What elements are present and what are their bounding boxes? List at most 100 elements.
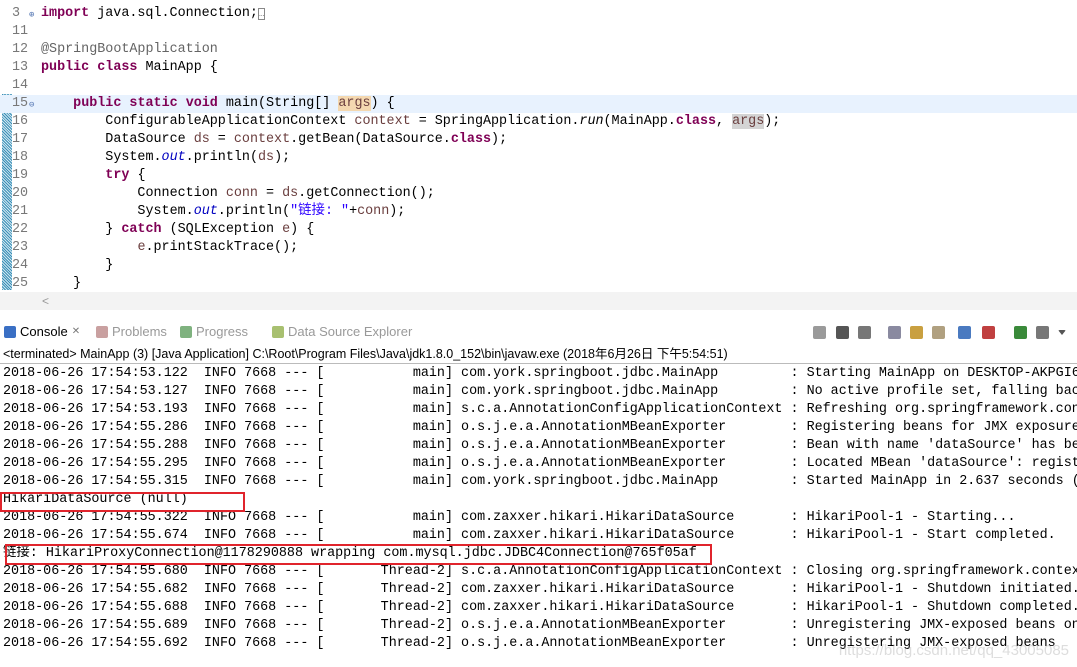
- code-token: = SpringApplication.: [410, 114, 580, 129]
- code-token: void: [185, 96, 218, 111]
- code-line[interactable]: 18 System.out.println(ds);: [0, 149, 1077, 167]
- console-toolbar: [0, 320, 1077, 344]
- code-token: ) {: [370, 96, 395, 111]
- menu-icon[interactable]: [1058, 330, 1066, 335]
- line-number: 3: [12, 6, 21, 21]
- pin-console-icon[interactable]: [1014, 326, 1027, 339]
- code-line[interactable]: 17 DataSource ds = context.getBean(DataS…: [0, 131, 1077, 149]
- code-line[interactable]: 25 }: [0, 275, 1077, 293]
- code-line[interactable]: 19 try {: [0, 167, 1077, 185]
- code-line[interactable]: 14: [0, 77, 1077, 95]
- terminate-icon[interactable]: [813, 326, 826, 339]
- code-editor[interactable]: 3 ⊕ import java.sql.Connection;… 11 12 @Spring…: [0, 0, 1077, 312]
- word-wrap-icon[interactable]: [932, 326, 945, 339]
- watermark: https://blog.csdn.net/qq_43005085: [838, 642, 1069, 659]
- code-token: ds: [193, 132, 210, 147]
- code-text: try {: [41, 167, 145, 185]
- console-line: 2018-06-26 17:54:55.674 INFO 7668 --- [ …: [3, 528, 1056, 543]
- code-token: conn: [357, 204, 390, 219]
- line-number: 18: [12, 150, 29, 165]
- expand-fold-icon[interactable]: ⊕: [29, 6, 34, 24]
- show-on-stdout-icon[interactable]: [958, 326, 971, 339]
- show-on-stderr-icon[interactable]: [982, 326, 995, 339]
- line-number: 11: [12, 24, 29, 39]
- code-line[interactable]: 23 e.printStackTrace();: [0, 239, 1077, 257]
- console-line: 2018-06-26 17:54:55.315 INFO 7668 --- [ …: [3, 474, 1077, 489]
- console-line: 2018-06-26 17:54:53.127 INFO 7668 --- [ …: [3, 384, 1077, 399]
- code-text: } catch (SQLException e) {: [41, 221, 314, 239]
- remove-launch-icon[interactable]: [836, 326, 849, 339]
- code-token: .println(: [185, 150, 258, 165]
- code-token: (SQLException: [161, 222, 283, 237]
- code-token: args: [338, 96, 371, 111]
- code-token: ) {: [290, 222, 315, 237]
- code-line[interactable]: 20 Connection conn = ds.getConnection();: [0, 185, 1077, 203]
- code-token: .getBean(DataSource.: [290, 132, 451, 147]
- code-token: public: [41, 60, 90, 75]
- code-token: .println(: [217, 204, 291, 219]
- code-text: import java.sql.Connection;…: [41, 5, 266, 23]
- code-token: @SpringBootApplication: [41, 42, 218, 57]
- code-token: );: [389, 204, 406, 219]
- horizontal-scrollbar[interactable]: <: [0, 292, 1077, 310]
- code-token: );: [274, 150, 291, 165]
- code-text: public class MainApp {: [41, 59, 218, 77]
- console-line: 2018-06-26 17:54:55.295 INFO 7668 --- [ …: [3, 456, 1077, 471]
- console-line: 2018-06-26 17:54:55.682 INFO 7668 --- [ …: [3, 582, 1077, 597]
- code-line[interactable]: 3 ⊕ import java.sql.Connection;…: [0, 5, 1077, 23]
- code-token: }: [41, 276, 82, 291]
- code-text: }: [41, 257, 113, 275]
- code-token: DataSource: [41, 132, 194, 147]
- highlight-box-connection: [5, 544, 712, 565]
- code-text: @SpringBootApplication: [41, 41, 218, 59]
- code-token: static: [129, 96, 178, 111]
- code-line[interactable]: 13 public class MainApp {: [0, 59, 1077, 77]
- code-token: }: [41, 222, 122, 237]
- code-token: context: [354, 114, 411, 129]
- console-line: 2018-06-26 17:54:55.286 INFO 7668 --- [ …: [3, 420, 1077, 435]
- scroll-lock-icon[interactable]: [910, 326, 923, 339]
- code-token: );: [491, 132, 508, 147]
- code-token: class: [675, 114, 717, 129]
- remove-all-icon[interactable]: [858, 326, 871, 339]
- code-line[interactable]: 12 @SpringBootApplication: [0, 41, 1077, 59]
- code-token: class: [450, 132, 492, 147]
- code-token: ds: [257, 150, 275, 165]
- code-token: run: [579, 114, 604, 129]
- code-line[interactable]: 16 ConfigurableApplicationContext contex…: [0, 113, 1077, 131]
- code-line[interactable]: 15 ⊖ public static void main(String[] arg…: [0, 95, 1077, 113]
- code-token: }: [41, 258, 114, 273]
- code-line[interactable]: 24 }: [0, 257, 1077, 275]
- code-token: context: [233, 132, 291, 147]
- code-token: System.: [41, 150, 162, 165]
- code-token: (MainApp.: [603, 114, 676, 129]
- divider: [0, 363, 1077, 364]
- code-line[interactable]: 21 System.out.println("链接: "+conn);: [0, 203, 1077, 221]
- code-line[interactable]: 22 } catch (SQLException e) {: [0, 221, 1077, 239]
- line-number: 25: [12, 276, 29, 291]
- code-text: Connection conn = ds.getConnection();: [41, 185, 434, 203]
- line-number: 21: [12, 204, 29, 219]
- line-number: 24: [12, 258, 29, 273]
- scroll-left-arrow[interactable]: <: [42, 294, 49, 308]
- code-text: System.out.println("链接: "+conn);: [41, 203, 405, 221]
- code-token: out: [161, 150, 186, 165]
- code-token: out: [193, 204, 218, 219]
- code-token: …: [257, 8, 266, 20]
- launch-status: <terminated> MainApp (3) [Java Applicati…: [3, 347, 728, 361]
- line-number: 13: [12, 60, 29, 75]
- code-token: "链接: ": [290, 204, 350, 219]
- collapse-fold-icon[interactable]: ⊖: [29, 96, 34, 114]
- code-line[interactable]: 11: [0, 23, 1077, 41]
- line-number: 20: [12, 186, 29, 201]
- code-token: Connection: [41, 186, 226, 201]
- display-console-icon[interactable]: [1036, 326, 1049, 339]
- code-token: System.: [41, 204, 194, 219]
- code-text: public static void main(String[] args) {: [41, 95, 395, 113]
- clear-console-icon[interactable]: [888, 326, 901, 339]
- code-text: e.printStackTrace();: [41, 239, 298, 257]
- code-text: ConfigurableApplicationContext context =…: [41, 113, 780, 131]
